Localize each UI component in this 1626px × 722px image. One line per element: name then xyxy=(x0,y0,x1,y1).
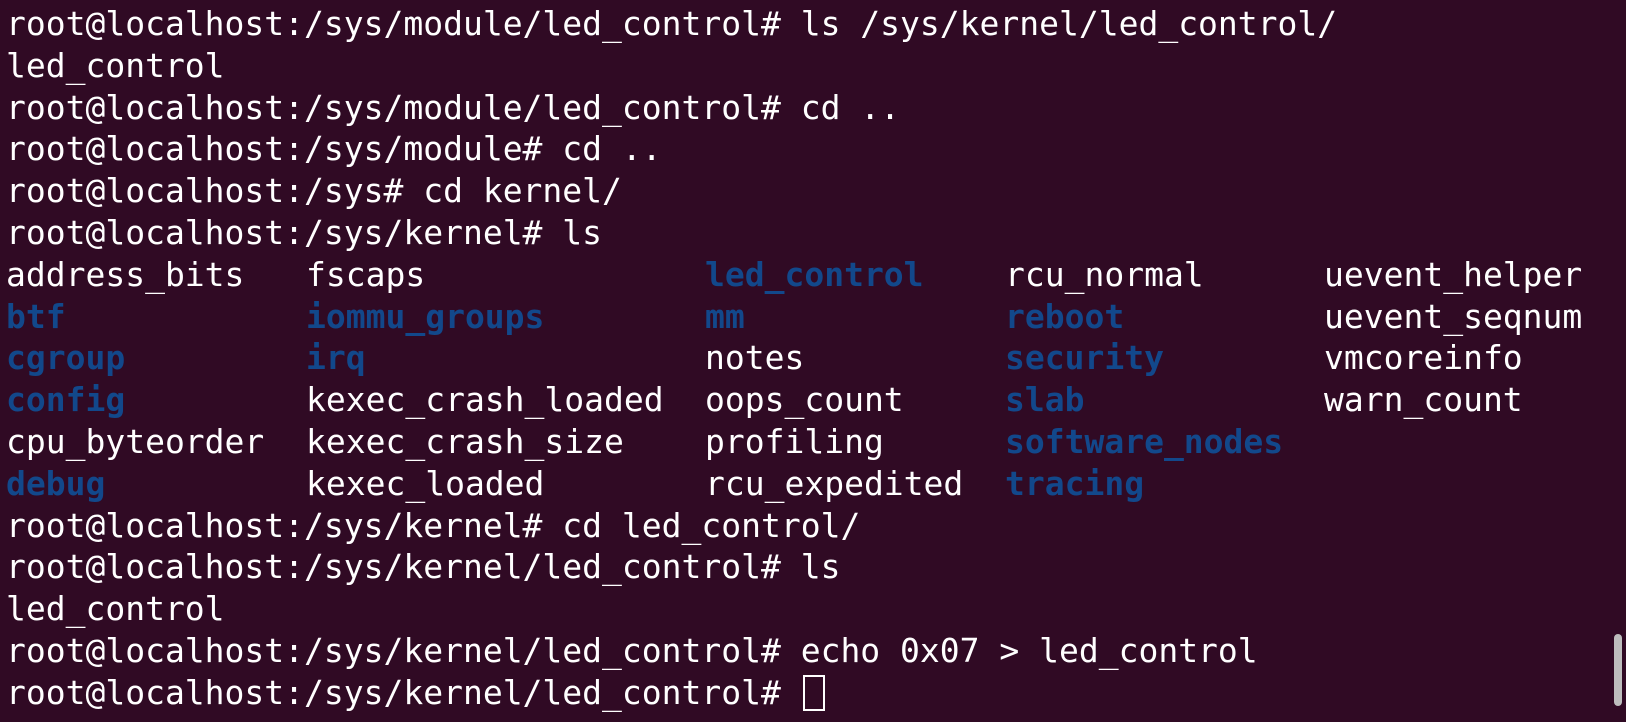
ls-entry: slab xyxy=(1005,380,1085,420)
ls-entry: led_control xyxy=(705,254,924,294)
ls-entry: cgroup xyxy=(6,338,126,378)
terminal-line: root@localhost:/sys/kernel/led_control# … xyxy=(6,630,1258,670)
ls-output-grid: address_bits fscaps led_control rcu_norm… xyxy=(6,254,1626,505)
ls-entry: warn_count xyxy=(1324,380,1523,420)
ls-entry: irq xyxy=(306,338,366,378)
ls-entry: fscaps xyxy=(306,254,426,294)
ls-entry: kexec_crash_loaded xyxy=(306,380,664,420)
terminal-line: root@localhost:/sys/kernel# ls xyxy=(6,212,603,252)
ls-row: debug kexec_loaded rcu_expedited tracing xyxy=(6,463,1626,505)
vertical-scrollbar[interactable] xyxy=(1614,634,1622,706)
ls-entry: reboot xyxy=(1005,296,1125,336)
command-prompt-line[interactable]: root@localhost:/sys/kernel/led_control# xyxy=(6,672,1626,714)
text-cursor[interactable] xyxy=(802,674,825,711)
ls-entry: oops_count xyxy=(705,380,904,420)
ls-row: config kexec_crash_loaded oops_count sla… xyxy=(6,379,1626,421)
terminal-window[interactable]: root@localhost:/sys/module/led_control# … xyxy=(0,0,1626,722)
ls-entry: vmcoreinfo xyxy=(1324,338,1523,378)
ls-entry: uevent_helper xyxy=(1324,254,1583,294)
ls-entry: mm xyxy=(705,296,745,336)
ls-entry: kexec_loaded xyxy=(306,463,545,503)
ls-entry: security xyxy=(1005,338,1164,378)
ls-entry: debug xyxy=(6,463,106,503)
terminal-line: root@localhost:/sys/module# cd .. xyxy=(6,129,662,169)
ls-entry: tracing xyxy=(1005,463,1145,503)
ls-row: cgroup irq notes security vmcoreinfo xyxy=(6,337,1626,379)
ls-entry: btf xyxy=(6,296,66,336)
ls-entry: rcu_normal xyxy=(1005,254,1204,294)
ls-entry: address_bits xyxy=(6,254,245,294)
ls-entry: config xyxy=(6,380,126,420)
terminal-line: root@localhost:/sys/kernel/led_control# … xyxy=(6,547,841,587)
ls-entry: iommu_groups xyxy=(306,296,545,336)
terminal-line: root@localhost:/sys/kernel# cd led_contr… xyxy=(6,505,861,545)
terminal-line: root@localhost:/sys/module/led_control# … xyxy=(6,87,901,127)
ls-entry: kexec_crash_size xyxy=(306,421,624,461)
ls-entry: rcu_expedited xyxy=(705,463,964,503)
ls-entry: notes xyxy=(705,338,805,378)
terminal-line: root@localhost:/sys# cd kernel/ xyxy=(6,171,622,211)
ls-row: address_bits fscaps led_control rcu_norm… xyxy=(6,254,1626,296)
ls-entry: cpu_byteorder xyxy=(6,421,265,461)
ls-entry: software_nodes xyxy=(1005,421,1284,461)
ls-row: cpu_byteorder kexec_crash_size profiling… xyxy=(6,421,1626,463)
terminal-line: led_control xyxy=(6,589,225,629)
ls-entry: profiling xyxy=(705,421,884,461)
terminal-output-before: root@localhost:/sys/module/led_control# … xyxy=(6,3,1626,254)
terminal-output-after: root@localhost:/sys/kernel# cd led_contr… xyxy=(6,505,1626,672)
ls-entry: uevent_seqnum xyxy=(1324,296,1583,336)
terminal-line: root@localhost:/sys/module/led_control# … xyxy=(6,4,1338,43)
ls-row: btf iommu_groups mm reboot uevent_seqnum xyxy=(6,296,1626,338)
terminal-line: led_control xyxy=(6,45,225,85)
